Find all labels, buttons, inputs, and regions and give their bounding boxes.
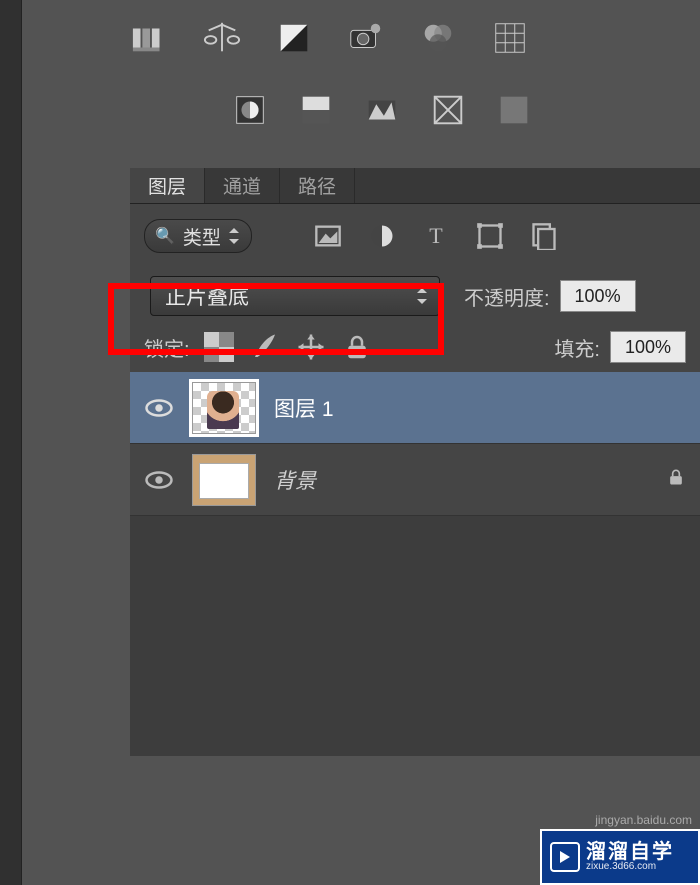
layer-thumbnail[interactable] [192,454,256,506]
visibility-toggle[interactable] [144,465,174,495]
layer-name[interactable]: 背景 [274,465,316,495]
layers-list: 图层 1 背景 [130,372,700,516]
opacity-value[interactable]: 100% [560,280,636,312]
filter-adjust-icon[interactable] [368,222,396,250]
updown-icon [229,228,239,244]
layer-row[interactable]: 背景 [130,444,700,516]
layers-panel: 图层 通道 路径 🔍 类型 T 正片叠底 不透明度: 100% 锁定: [130,168,700,756]
lock-label: 锁定: [144,333,190,362]
adjust-posterize-icon[interactable] [130,18,170,58]
adjust-bw-icon[interactable] [274,18,314,58]
tab-paths[interactable]: 路径 [280,168,355,203]
blend-mode-value: 正片叠底 [165,281,249,311]
filter-type-dropdown[interactable]: 🔍 类型 [144,219,252,253]
adjust-threshold-icon[interactable] [296,90,336,130]
adjust-selectivecolor-icon[interactable] [428,90,468,130]
lock-paint-icon[interactable] [250,332,280,362]
watermark-url: zixue.3d66.com [586,862,674,872]
adjustments-row-1 [130,18,530,58]
filter-type-label: 类型 [183,223,221,250]
layers-empty-area [130,516,700,756]
panel-tabs: 图层 通道 路径 [130,168,700,204]
lock-all-icon[interactable] [342,332,372,362]
fill-value[interactable]: 100% [610,331,686,363]
adjust-colorlookup-icon[interactable] [490,18,530,58]
lock-fill-row: 锁定: 填充: 100% [130,322,700,372]
blend-opacity-row: 正片叠底 不透明度: 100% [130,262,700,322]
filter-shape-icon[interactable] [476,222,504,250]
watermark-badge: 溜溜自学 zixue.3d66.com [540,829,700,885]
search-icon: 🔍 [155,226,175,246]
lock-position-icon[interactable] [296,332,326,362]
adjust-photofilter-icon[interactable] [346,18,386,58]
visibility-toggle[interactable] [144,393,174,423]
fill-label[interactable]: 填充: [554,333,600,362]
play-icon [550,842,580,872]
adjustments-row-2 [230,90,534,130]
layer-row[interactable]: 图层 1 [130,372,700,444]
lock-indicator-icon [666,467,686,492]
filter-type-text-icon[interactable]: T [422,222,450,250]
watermark-credit: jingyan.baidu.com [595,813,692,827]
opacity-label[interactable]: 不透明度: [464,282,550,311]
adjust-balance-icon[interactable] [202,18,242,58]
adjust-invert-icon[interactable] [230,90,270,130]
adjust-channelmixer-icon[interactable] [418,18,458,58]
tab-layers[interactable]: 图层 [130,168,205,203]
adjust-gradientmap-icon[interactable] [362,90,402,130]
lock-transparent-icon[interactable] [204,332,234,362]
blend-mode-select[interactable]: 正片叠底 [150,276,440,316]
updown-icon [417,288,427,304]
filter-pixel-icon[interactable] [314,222,342,250]
adjust-extra-icon[interactable] [494,90,534,130]
layer-name[interactable]: 图层 1 [274,393,334,423]
layer-filter-row: 🔍 类型 T [130,204,700,262]
layer-thumbnail[interactable] [192,382,256,434]
filter-smart-icon[interactable] [530,222,558,250]
watermark-brand: 溜溜自学 [586,842,674,862]
dock-bar [0,0,22,885]
tab-channels[interactable]: 通道 [205,168,280,203]
